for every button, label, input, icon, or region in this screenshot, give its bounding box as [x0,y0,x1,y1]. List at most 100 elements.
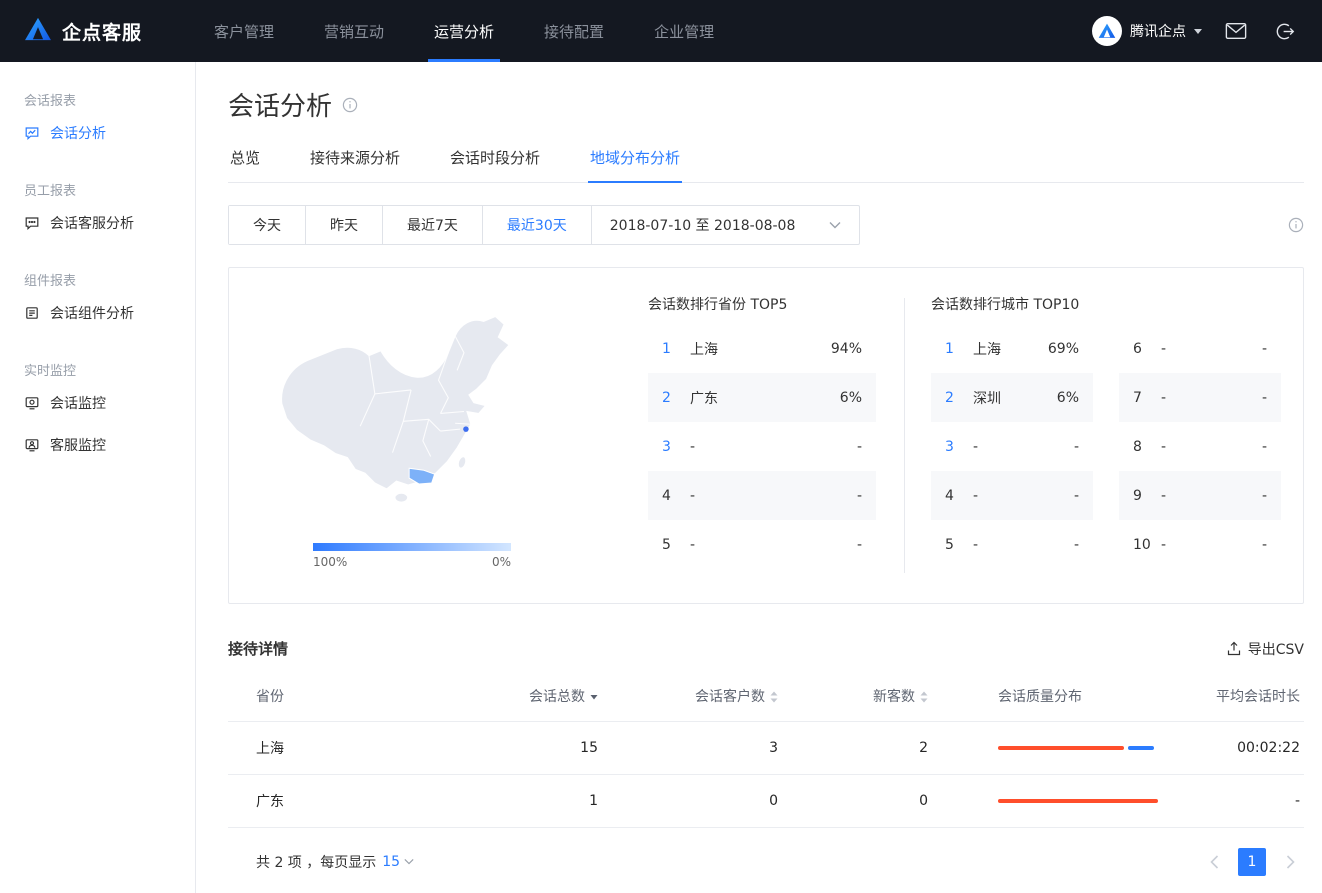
filter-today-button[interactable]: 今天 [229,206,306,244]
rank-row: 8 - - [1119,422,1281,471]
rank-value: 94% [831,341,862,357]
export-csv-button[interactable]: 导出CSV [1226,639,1304,659]
rank-name: - [1161,439,1262,455]
quality-bar-good-segment [1128,746,1154,750]
nav-enterprise-management[interactable]: 企业管理 [642,0,726,62]
quality-bar-bad-segment [998,746,1124,750]
tab-session-period[interactable]: 会话时段分析 [448,137,542,182]
quality-bar [998,746,1158,750]
sidebar-item-session-agent-analysis[interactable]: 会话客服分析 [0,202,195,244]
taiwan-island [457,456,467,469]
chevron-down-icon [1194,29,1202,34]
pagination: 1 [1200,848,1304,876]
filter-last30-button[interactable]: 最近30天 [483,206,592,244]
topbar: 企点客服 客户管理 营销互动 运营分析 接待配置 企业管理 腾讯企点 [0,0,1322,62]
detail-table: 省份 会话总数 会话客户数 新客数 会话质量分布 平均会话时 [228,671,1304,828]
mail-icon[interactable] [1222,17,1250,45]
logout-icon[interactable] [1270,17,1298,45]
sidebar-section-staff-reports: 员工报表 会话客服分析 [0,180,195,244]
rank-number: 4 [945,488,973,504]
tab-region-distribution[interactable]: 地域分布分析 [588,137,682,183]
filter-yesterday-button[interactable]: 昨天 [306,206,383,244]
column-new-customers[interactable]: 新客数 [778,671,928,721]
nav-operation-analysis[interactable]: 运营分析 [422,0,506,62]
tab-reception-source[interactable]: 接待来源分析 [308,137,402,182]
date-range-picker[interactable]: 2018-07-10 至 2018-08-08 [592,206,860,244]
rank-name: - [973,488,1074,504]
china-map-block: 100% 0% [251,294,626,577]
rank-value: 6% [1057,390,1079,406]
province-rank-title: 会话数排行省份 TOP5 [648,294,876,324]
rank-number: 8 [1133,439,1161,455]
table-footer: 共 2 项 ，每页显示 15 1 [228,828,1304,876]
province-rank-list: 会话数排行省份 TOP5 1 上海 94% 2 广东 6% 3 - - 4 [648,294,876,577]
column-session-customers[interactable]: 会话客户数 [598,671,778,721]
table-row: 广东 1 0 0 - [228,774,1304,827]
rank-value: 69% [1048,341,1079,357]
app-logo[interactable]: 企点客服 [24,17,202,46]
legend-min-label: 0% [492,555,511,569]
next-page-button[interactable] [1276,848,1304,876]
nav-reception-config[interactable]: 接待配置 [532,0,616,62]
rank-name: - [690,537,857,553]
top-navigation: 客户管理 营销互动 运营分析 接待配置 企业管理 [202,0,752,62]
export-icon [1226,641,1242,657]
info-icon[interactable] [342,97,358,113]
nav-customer-management[interactable]: 客户管理 [202,0,286,62]
map-legend-gradient [313,543,511,551]
rank-value: - [1262,488,1267,504]
filter-last7-button[interactable]: 最近7天 [383,206,483,244]
tab-overview[interactable]: 总览 [228,137,262,182]
account-menu[interactable]: 腾讯企点 [1092,16,1202,46]
sidebar-section-title: 会话报表 [0,90,195,112]
rank-row: 3 - - [931,422,1093,471]
rank-number: 10 [1133,537,1161,553]
column-session-total[interactable]: 会话总数 [428,671,598,721]
rank-value: - [1074,488,1079,504]
rank-number: 3 [945,439,973,455]
prev-page-button[interactable] [1200,848,1228,876]
rank-name: - [690,439,857,455]
rank-number: 6 [1133,341,1161,357]
column-avg-duration: 平均会话时长 [1163,671,1304,721]
total-items-label: 共 2 项 ，每页显示 [256,852,376,872]
rank-number: 5 [945,537,973,553]
rank-row: 5 - - [648,520,876,569]
cell-province: 广东 [228,774,428,827]
sidebar: 会话报表 会话分析 员工报表 [0,62,196,893]
filter-info-icon[interactable] [1288,217,1304,233]
page-size-select[interactable]: 15 [382,854,414,870]
export-csv-label: 导出CSV [1248,639,1304,659]
vertical-divider [904,298,905,573]
rank-name: - [690,488,857,504]
rank-value: - [857,439,862,455]
sidebar-item-session-monitor[interactable]: 会话监控 [0,382,195,424]
app-title: 企点客服 [62,18,142,45]
avatar [1092,16,1122,46]
sidebar-item-agent-monitor[interactable]: 客服监控 [0,424,195,466]
shanghai-marker [463,426,468,431]
sidebar-item-session-analysis[interactable]: 会话分析 [0,112,195,154]
chevron-down-icon [404,858,414,865]
rank-row: 9 - - [1119,471,1281,520]
chat-dots-icon [24,215,40,231]
nav-marketing-interaction[interactable]: 营销互动 [312,0,396,62]
rank-value: - [1262,390,1267,406]
cell-quality [928,774,1163,827]
rank-number: 7 [1133,390,1161,406]
date-range-segmented: 今天 昨天 最近7天 最近30天 2018-07-10 至 2018-08-08 [228,205,860,245]
sidebar-item-label: 会话监控 [50,393,106,413]
sidebar-item-session-component-analysis[interactable]: 会话组件分析 [0,292,195,334]
sort-both-icon [770,691,778,703]
sidebar-section-realtime-monitor: 实时监控 会话监控 [0,360,195,466]
quality-bar-bad-segment [998,799,1158,803]
china-map [251,294,581,529]
rank-name: - [1161,341,1262,357]
sort-desc-icon [590,694,598,700]
rank-name: - [973,537,1074,553]
city-rank-list: 会话数排行城市 TOP10 1 上海 69% 2 深圳 6% [931,294,1281,577]
page-number-button[interactable]: 1 [1238,848,1266,876]
rank-row: 2 深圳 6% [931,373,1093,422]
sidebar-item-label: 会话组件分析 [50,303,134,323]
page-size-value: 15 [382,854,400,870]
